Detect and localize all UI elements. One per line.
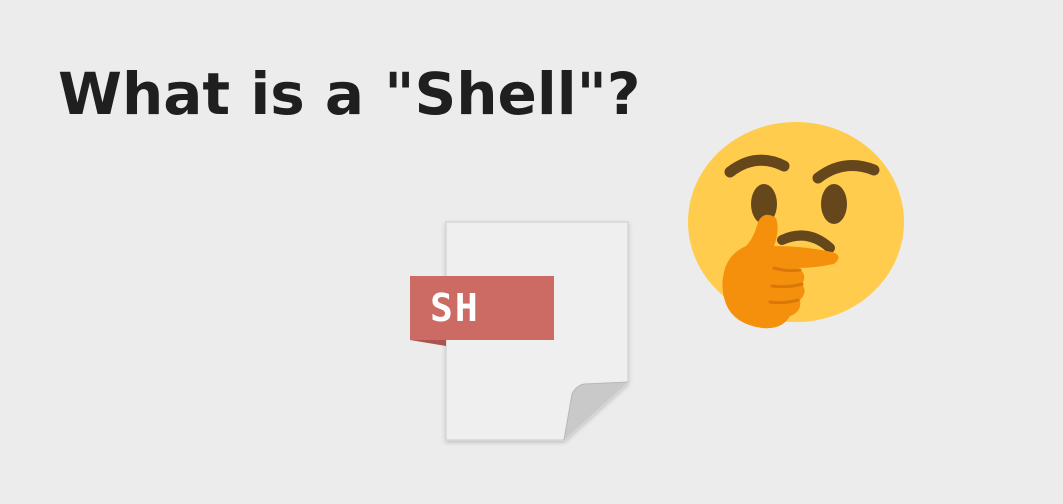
slide-title: What is a "Shell"? — [58, 60, 641, 128]
sh-file-icon: SH — [406, 218, 636, 446]
thinking-face-icon — [684, 122, 908, 338]
file-type-label: SH — [430, 286, 480, 330]
